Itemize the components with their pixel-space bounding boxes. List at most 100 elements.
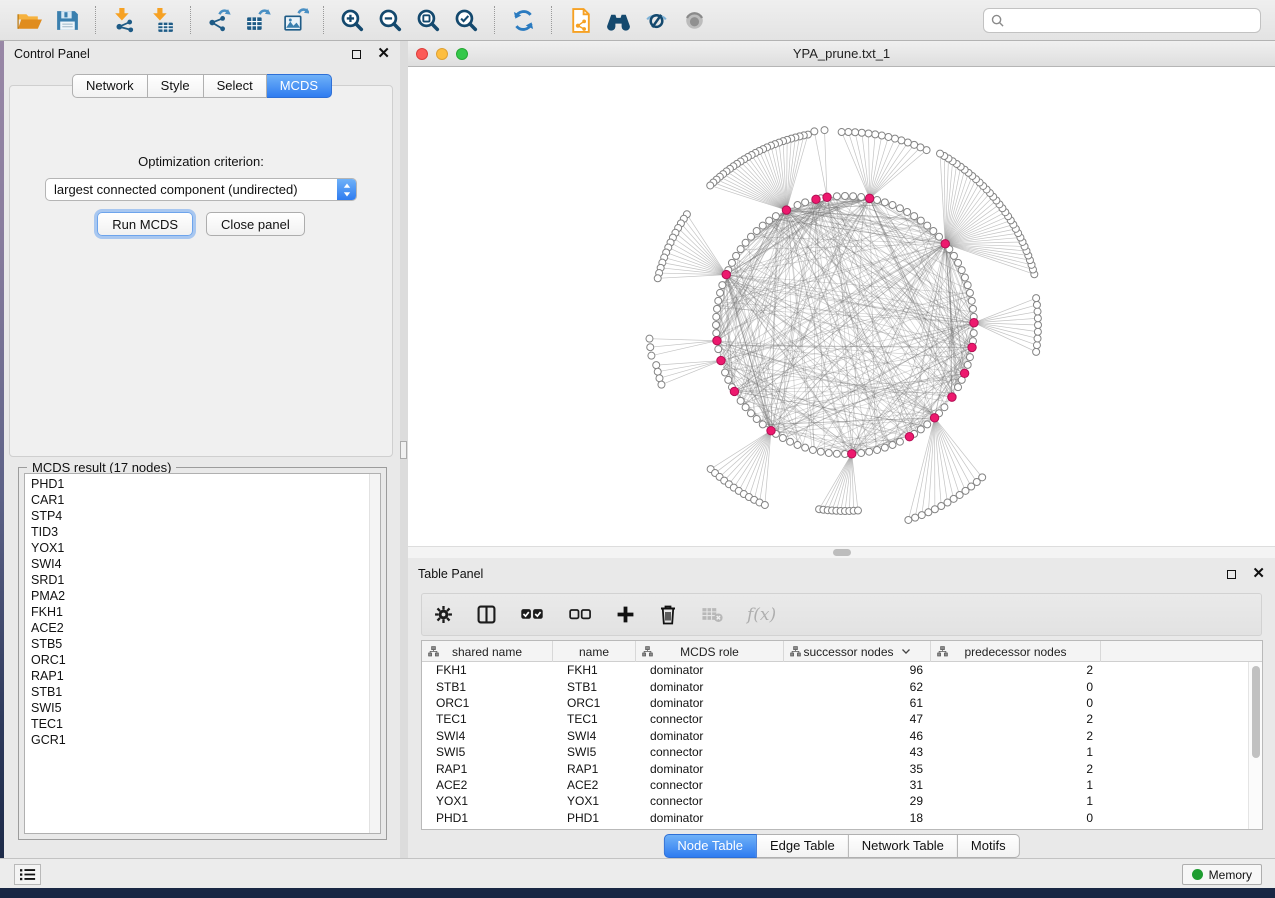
graph-node[interactable] <box>733 252 740 259</box>
mcds-node-item[interactable]: ORC1 <box>31 652 368 668</box>
cell[interactable]: TEC1 <box>553 712 636 726</box>
mcds-node-item[interactable]: STB1 <box>31 684 368 700</box>
cell[interactable]: 0 <box>931 696 1101 710</box>
graph-node[interactable] <box>747 233 754 240</box>
graph-node[interactable] <box>719 282 726 289</box>
graph-node[interactable] <box>885 133 892 140</box>
graph-node[interactable] <box>794 441 801 448</box>
graph-node[interactable] <box>833 193 840 200</box>
column-header-MCDS-role[interactable]: MCDS role <box>636 641 784 662</box>
cell[interactable]: TEC1 <box>422 712 553 726</box>
cell[interactable]: 0 <box>931 811 1101 825</box>
graph-node[interactable] <box>966 354 973 361</box>
graph-node[interactable] <box>802 444 809 451</box>
mcds-node-item[interactable]: STB5 <box>31 636 368 652</box>
cell[interactable]: SWI4 <box>422 729 553 743</box>
cell[interactable]: ACE2 <box>422 778 553 792</box>
close-panel-icon[interactable]: ✕ <box>1252 569 1265 579</box>
mcds-node[interactable] <box>713 337 721 345</box>
graph-node[interactable] <box>759 421 766 428</box>
mcds-node[interactable] <box>905 433 913 441</box>
mcds-node[interactable] <box>865 194 873 202</box>
cell[interactable]: 46 <box>784 729 931 743</box>
cell[interactable]: dominator <box>636 680 784 694</box>
table-row[interactable]: RAP1RAP1dominator352 <box>422 760 1248 776</box>
hide-selected-button[interactable] <box>639 4 673 36</box>
hscroll-thumb[interactable] <box>833 549 851 556</box>
graph-node[interactable] <box>878 132 885 139</box>
graph-node[interactable] <box>964 361 971 368</box>
graph-node[interactable] <box>779 435 786 442</box>
graph-node[interactable] <box>950 252 957 259</box>
graph-node[interactable] <box>1033 301 1040 308</box>
mcds-node[interactable] <box>941 240 949 248</box>
mcds-node[interactable] <box>722 270 730 278</box>
mcds-node-item[interactable]: RAP1 <box>31 668 368 684</box>
zoom-out-button[interactable] <box>373 4 407 36</box>
cell[interactable]: FKH1 <box>553 663 636 677</box>
graph-node[interactable] <box>896 438 903 445</box>
graph-node[interactable] <box>1034 328 1041 335</box>
graph-node[interactable] <box>714 305 721 312</box>
cell[interactable]: connector <box>636 745 784 759</box>
tab-motifs[interactable]: Motifs <box>958 834 1020 858</box>
cell[interactable]: YOX1 <box>553 794 636 808</box>
search-binoculars-button[interactable] <box>601 4 635 36</box>
table-row[interactable]: YOX1YOX1connector291 <box>422 793 1248 809</box>
settings-gear-icon[interactable] <box>434 605 453 624</box>
open-file-button[interactable] <box>12 4 46 36</box>
mcds-node-item[interactable]: PMA2 <box>31 588 368 604</box>
graph-node[interactable] <box>715 346 722 353</box>
graph-node[interactable] <box>713 322 720 329</box>
refresh-button[interactable] <box>506 4 540 36</box>
import-table-button[interactable] <box>145 4 179 36</box>
graph-node[interactable] <box>858 194 865 201</box>
graph-node[interactable] <box>1033 342 1040 349</box>
graph-node[interactable] <box>794 202 801 209</box>
graph-node[interactable] <box>865 130 872 137</box>
mcds-node-item[interactable]: SRD1 <box>31 572 368 588</box>
export-network-button[interactable] <box>202 4 236 36</box>
graph-node[interactable] <box>725 376 732 383</box>
column-header-predecessor-nodes[interactable]: predecessor nodes <box>931 641 1101 662</box>
mcds-result-listbox[interactable]: PHD1CAR1STP4TID3YOX1SWI4SRD1PMA2FKH1ACE2… <box>24 473 381 834</box>
graph-node[interactable] <box>874 446 881 453</box>
deselect-all-icon[interactable] <box>568 607 592 622</box>
mcds-node[interactable] <box>960 369 968 377</box>
graph-node[interactable] <box>969 305 976 312</box>
cell[interactable]: 2 <box>931 729 1101 743</box>
cell[interactable]: PHD1 <box>553 811 636 825</box>
cell[interactable]: 1 <box>931 794 1101 808</box>
graph-node[interactable] <box>648 352 655 359</box>
table-row[interactable]: ACE2ACE2connector311 <box>422 777 1248 793</box>
task-history-button[interactable] <box>14 864 41 885</box>
cell[interactable]: dominator <box>636 729 784 743</box>
graph-node[interactable] <box>653 362 660 369</box>
mcds-node-item[interactable]: FKH1 <box>31 604 368 620</box>
graph-node[interactable] <box>937 150 944 157</box>
network-hscrollbar[interactable] <box>408 546 1275 558</box>
graph-node[interactable] <box>924 421 931 428</box>
graph-node[interactable] <box>654 275 661 282</box>
graph-node[interactable] <box>753 227 760 234</box>
close-panel-icon[interactable]: ✕ <box>377 49 390 59</box>
graph-node[interactable] <box>889 202 896 209</box>
cell[interactable]: 2 <box>931 712 1101 726</box>
graph-node[interactable] <box>911 213 918 220</box>
cell[interactable]: dominator <box>636 762 784 776</box>
graph-node[interactable] <box>958 267 965 274</box>
mcds-node-item[interactable]: TID3 <box>31 524 368 540</box>
graph-node[interactable] <box>838 129 845 136</box>
mcds-node[interactable] <box>823 193 831 201</box>
graph-node[interactable] <box>872 131 879 138</box>
graph-node[interactable] <box>715 297 722 304</box>
graph-node[interactable] <box>881 444 888 451</box>
table-row[interactable]: FKH1FKH1dominator962 <box>422 662 1248 678</box>
graph-node[interactable] <box>1033 295 1040 302</box>
graph-node[interactable] <box>918 512 925 519</box>
cell[interactable]: 61 <box>784 696 931 710</box>
table-row[interactable]: ORC1ORC1dominator610 <box>422 695 1248 711</box>
share-network-document-button[interactable] <box>563 4 597 36</box>
mcds-node-item[interactable]: PHD1 <box>31 476 368 492</box>
graph-node[interactable] <box>966 289 973 296</box>
